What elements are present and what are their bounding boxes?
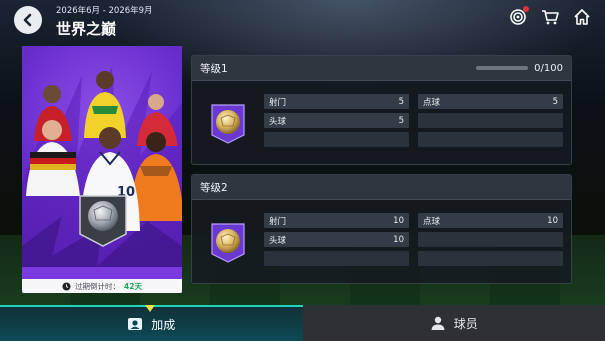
ball-badge-icon (211, 223, 245, 263)
back-button[interactable] (14, 6, 42, 34)
person-icon (431, 316, 445, 330)
stat-value: 5 (398, 115, 404, 126)
bottom-tab-bar: 加成 球员 (0, 305, 605, 341)
stat-penalty: 点球 5 (418, 94, 563, 109)
stat-grid: 射门 5 点球 5 头球 5 (264, 94, 563, 147)
progress-text: 0/100 (534, 62, 563, 74)
level-title: 等级1 (200, 62, 228, 75)
level-header: 等级2 (192, 175, 571, 200)
cart-button[interactable] (541, 8, 559, 26)
active-tab-marker (145, 305, 155, 312)
stat-label: 点球 (423, 216, 441, 227)
progress-bar (476, 66, 529, 70)
stat-label: 点球 (423, 97, 441, 108)
level-panel-2: 等级2 射门 10 点球 10 头球 10 (191, 174, 572, 284)
ball-badge-icon (211, 104, 245, 144)
reward-card[interactable]: 10 过期倒计时： 42天 (22, 46, 182, 293)
stat-value: 5 (552, 96, 558, 107)
cart-icon (542, 10, 559, 25)
stat-label: 射门 (269, 216, 287, 227)
stat-value: 10 (393, 215, 404, 226)
tab-players[interactable]: 球员 (302, 305, 605, 341)
notification-dot (523, 6, 529, 12)
tab-label: 加成 (151, 317, 176, 332)
players-illustration: 10 (22, 66, 182, 279)
stat-heading: 头球 10 (264, 232, 409, 247)
chevron-left-icon (23, 13, 32, 27)
stat-label: 射门 (269, 97, 287, 108)
level-panel-1: 等级1 0/100 射门 5 点球 5 头球 5 (191, 55, 572, 165)
stat-empty (418, 251, 563, 266)
level-progress: 0/100 (476, 63, 563, 74)
expiry-countdown: 过期倒计时： 42天 (22, 279, 182, 293)
season-range: 2026年6月 - 2026年9月 (56, 6, 153, 16)
countdown-value: 42天 (124, 281, 142, 291)
stat-empty (418, 113, 563, 128)
stat-shooting: 射门 5 (264, 94, 409, 109)
tab-bonus[interactable]: 加成 (0, 305, 303, 341)
page-title: 世界之巅 (56, 20, 117, 38)
stat-value: 10 (393, 234, 404, 245)
card-artwork: 10 (22, 46, 182, 279)
stat-empty (418, 232, 563, 247)
stat-empty (264, 251, 409, 266)
target-button[interactable] (509, 6, 529, 26)
stat-empty (418, 132, 563, 147)
stat-penalty: 点球 10 (418, 213, 563, 228)
level-title: 等级2 (200, 181, 228, 194)
clock-icon (62, 281, 71, 291)
home-icon (574, 9, 590, 25)
boost-card-icon (128, 318, 143, 330)
stat-grid: 射门 10 点球 10 头球 10 (264, 213, 563, 266)
countdown-label: 过期倒计时： (75, 281, 121, 291)
level-header: 等级1 0/100 (192, 56, 571, 81)
stat-heading: 头球 5 (264, 113, 409, 128)
stat-value: 10 (547, 215, 558, 226)
stat-empty (264, 132, 409, 147)
stat-shooting: 射门 10 (264, 213, 409, 228)
stat-label: 头球 (269, 116, 287, 127)
player-back-center (84, 71, 126, 138)
top-actions (509, 6, 591, 26)
stat-value: 5 (398, 96, 404, 107)
stat-label: 头球 (269, 235, 287, 246)
tab-label: 球员 (453, 316, 478, 331)
home-button[interactable] (573, 8, 591, 26)
